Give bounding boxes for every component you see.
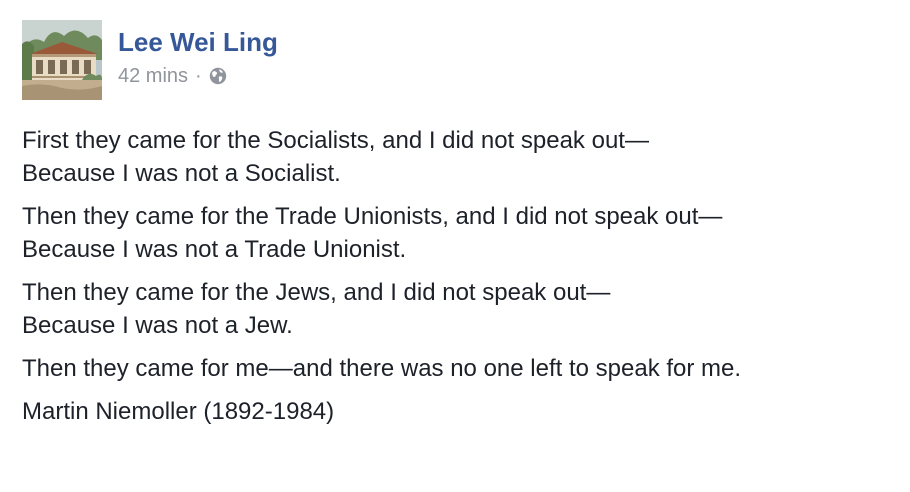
post-line: First they came for the Socialists, and … bbox=[22, 127, 649, 154]
author-avatar[interactable] bbox=[22, 20, 102, 100]
post-body: First they came for the Socialists, and … bbox=[22, 124, 902, 438]
post-header: Lee Wei Ling 42 mins · bbox=[22, 20, 278, 100]
post-line: Because I was not a Socialist. bbox=[22, 160, 341, 187]
post-paragraph: Then they came for the Jews, and I did n… bbox=[22, 276, 902, 342]
post-line: Because I was not a Trade Unionist. bbox=[22, 236, 407, 263]
facebook-post: Lee Wei Ling 42 mins · First they came f… bbox=[0, 0, 910, 492]
post-paragraph: First they came for the Socialists, and … bbox=[22, 124, 902, 190]
post-paragraph: Then they came for the Trade Unionists, … bbox=[22, 200, 902, 266]
post-line: Then they came for me—and there was no o… bbox=[22, 355, 742, 382]
post-line: Then they came for the Trade Unionists, … bbox=[22, 203, 723, 230]
post-subline: 42 mins · bbox=[118, 63, 278, 89]
post-meta: Lee Wei Ling 42 mins · bbox=[118, 20, 278, 89]
post-attribution: Martin Niemoller (1892-1984) bbox=[22, 395, 902, 428]
post-paragraph: Then they came for me—and there was no o… bbox=[22, 352, 902, 385]
post-line: Then they came for the Jews, and I did n… bbox=[22, 279, 611, 306]
post-timestamp[interactable]: 42 mins bbox=[118, 63, 188, 89]
attribution-line: Martin Niemoller (1892-1984) bbox=[22, 398, 335, 425]
post-line: Because I was not a Jew. bbox=[22, 312, 293, 339]
author-name-link[interactable]: Lee Wei Ling bbox=[118, 26, 278, 58]
meta-separator: · bbox=[195, 65, 202, 87]
globe-icon[interactable] bbox=[209, 67, 227, 85]
